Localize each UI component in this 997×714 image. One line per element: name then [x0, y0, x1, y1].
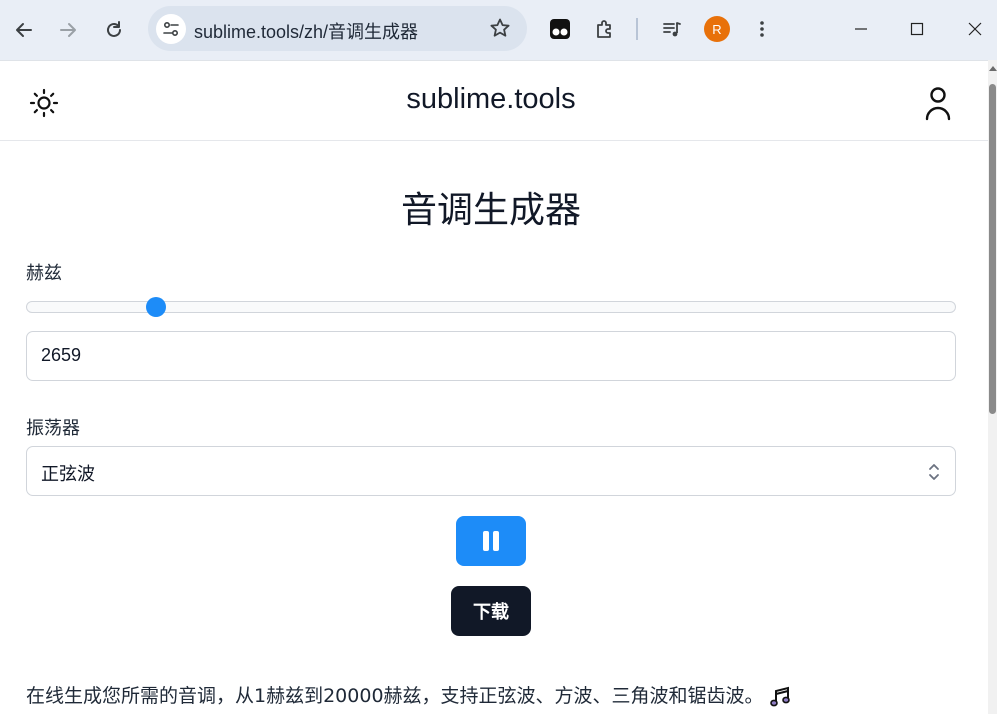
pause-icon-bar — [493, 531, 499, 551]
oscillator-label: 振荡器 — [26, 418, 80, 439]
extensions-button[interactable] — [591, 15, 619, 43]
close-icon — [968, 22, 982, 36]
more-vertical-icon — [760, 21, 764, 37]
site-info-button[interactable] — [156, 14, 186, 44]
hz-label: 赫兹 — [26, 263, 62, 284]
minimize-button[interactable] — [846, 14, 876, 44]
hz-input-value: 2659 — [41, 345, 82, 365]
media-control-button[interactable] — [658, 15, 686, 43]
description-text: 在线生成您所需的音调，从1赫兹到20000赫兹，支持正弦波、方波、三角波和锯齿波… — [26, 685, 764, 707]
maximize-icon — [910, 22, 924, 36]
profile-initial: R — [712, 21, 722, 37]
site-header: sublime.tools — [0, 61, 988, 141]
user-icon[interactable] — [920, 83, 956, 123]
page-scrollbar[interactable] — [988, 60, 997, 714]
toolbar-divider — [636, 18, 638, 40]
extension-tampermonkey-button[interactable] — [546, 15, 574, 43]
tune-icon — [163, 21, 179, 37]
back-button[interactable] — [8, 14, 40, 46]
music-note-icon — [769, 686, 790, 706]
oscillator-selected: 正弦波 — [41, 464, 95, 485]
pause-button[interactable] — [456, 516, 526, 566]
oscillator-select[interactable]: 正弦波 — [26, 446, 956, 496]
site-brand[interactable]: sublime.tools — [0, 83, 982, 116]
reload-button[interactable] — [98, 14, 130, 46]
hz-slider-thumb[interactable] — [146, 297, 167, 317]
puzzle-icon — [597, 20, 611, 38]
close-window-button[interactable] — [960, 14, 990, 44]
profile-avatar[interactable]: R — [704, 16, 730, 42]
address-bar[interactable]: sublime.tools/zh/音调生成器 — [148, 6, 527, 51]
scroll-up-arrow-icon[interactable] — [989, 66, 997, 71]
forward-arrow-icon — [60, 23, 76, 37]
reload-icon — [107, 21, 121, 37]
pause-icon — [483, 531, 489, 551]
tool-description: 在线生成您所需的音调，从1赫兹到20000赫兹，支持正弦波、方波、三角波和锯齿波… — [26, 681, 792, 709]
web-page: sublime.tools 音调生成器 赫兹 2659 振荡器 正弦波 下载 在… — [0, 60, 988, 714]
hz-input[interactable]: 2659 — [26, 331, 956, 381]
tampermonkey-icon — [550, 19, 570, 39]
page-title: 音调生成器 — [400, 190, 581, 231]
minimize-icon — [855, 28, 867, 30]
forward-button[interactable] — [52, 14, 84, 46]
url-text[interactable]: sublime.tools/zh/音调生成器 — [194, 18, 418, 44]
maximize-button[interactable] — [902, 14, 932, 44]
chevron-updown-icon — [929, 464, 939, 480]
bookmark-star-icon[interactable] — [489, 17, 511, 39]
download-button[interactable]: 下载 — [451, 586, 531, 636]
playlist-music-icon — [663, 22, 681, 37]
browser-menu-button[interactable] — [748, 15, 776, 43]
scrollbar-thumb[interactable] — [989, 84, 996, 414]
back-arrow-icon — [16, 23, 32, 37]
browser-toolbar: sublime.tools/zh/音调生成器 R — [0, 0, 997, 60]
